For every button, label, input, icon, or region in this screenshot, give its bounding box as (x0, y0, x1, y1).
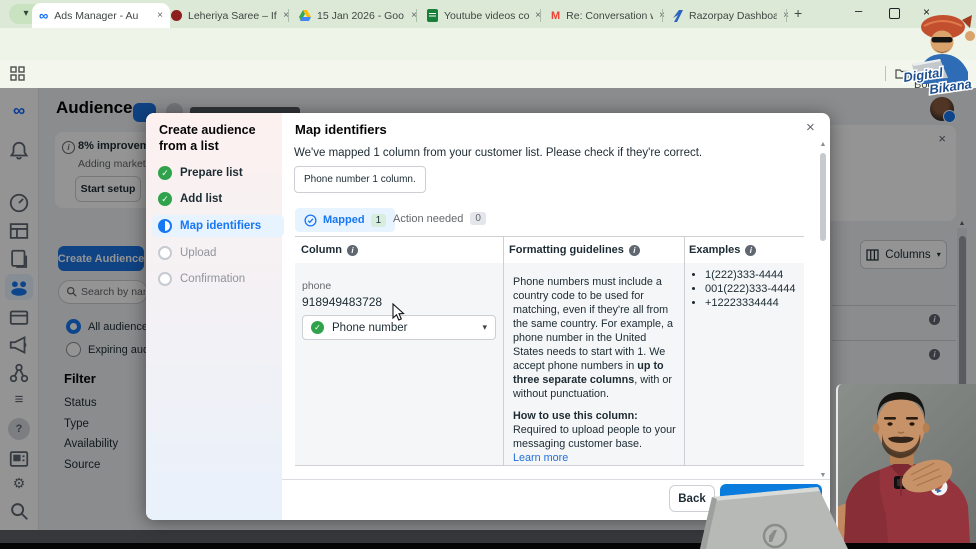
how-to-text: Required to upload people to your messag… (513, 424, 676, 450)
info-icon[interactable]: i (628, 244, 640, 256)
step-done-icon: ✓ (158, 192, 172, 206)
tab-label: Youtube videos co (444, 9, 530, 22)
mapping-table: Column i Formatting guidelines i Examples i… (295, 236, 804, 466)
info-icon[interactable]: i (346, 244, 358, 256)
column-header: Column i (301, 244, 358, 256)
scroll-down-icon[interactable]: ▼ (818, 472, 828, 479)
step-todo-icon (158, 246, 172, 260)
tab-separator (540, 9, 541, 22)
how-to-title: How to use this column: (513, 410, 638, 422)
table-row: phone 918949483728 ✓ Phone number ▾ Phon… (295, 237, 804, 465)
window-minimize-button[interactable]: – (855, 3, 862, 18)
tab-separator (288, 9, 289, 22)
tab-ads-manager[interactable]: ∞ Ads Manager - Au × (32, 3, 170, 28)
tab-separator (662, 9, 663, 22)
presenter-person (838, 392, 970, 543)
modal-title: Map identifiers (295, 122, 387, 137)
webcam-overlay (836, 384, 976, 543)
examples-header: Examples i (689, 244, 757, 256)
tab-leheriya[interactable]: Leheriya Saree – If × (164, 3, 296, 28)
examples-list: 1(222)333-4444 001(222)333-4444 +1222333… (691, 268, 796, 310)
tab-label: Ads Manager - Au (54, 9, 139, 22)
step-prepare-list[interactable]: ✓ Prepare list (152, 163, 284, 183)
create-audience-modal: Create audience from a list ✓ Prepare li… (146, 113, 830, 520)
modal-scrollbar[interactable]: ▲ ▼ (818, 141, 828, 479)
tab-separator (416, 9, 417, 22)
meta-icon: ∞ (39, 8, 49, 23)
step-done-icon: ✓ (158, 166, 172, 180)
tab-sheets[interactable]: Youtube videos co × (420, 3, 548, 28)
example-item: 1(222)333-4444 (705, 268, 796, 282)
column-divider (503, 237, 504, 465)
screen: ▾ ∞ Ads Manager - Au × Leheriya Saree – … (0, 0, 976, 549)
chevron-down-icon: ▾ (23, 8, 29, 19)
browser-toolbar: ← → ⟳ adsmanager.facebook.com/adsmanager… (0, 28, 976, 83)
example-item: 001(222)333-4444 (705, 282, 796, 296)
tab-razorpay[interactable]: Razorpay Dashboa × (666, 3, 796, 28)
dropdown-value: Phone number (332, 321, 408, 334)
learn-more-link[interactable]: Learn more (513, 451, 677, 465)
mapped-column-chip[interactable]: Phone number 1 column. (294, 166, 426, 193)
caret-down-icon: ▾ (482, 322, 487, 332)
tab-gmail[interactable]: M Re: Conversation w × (544, 3, 672, 28)
tab-label: Razorpay Dashboa (689, 9, 778, 22)
modal-subtitle: We've mapped 1 column from your customer… (294, 147, 703, 159)
footer-divider (282, 479, 830, 480)
step-add-list[interactable]: ✓ Add list (152, 189, 284, 209)
tab-label: Re: Conversation w (566, 9, 654, 22)
modal-scrollbar-thumb[interactable] (820, 153, 826, 241)
mapped-check-icon: ✓ (311, 321, 324, 334)
example-item: +12223334444 (705, 296, 796, 310)
step-todo-icon (158, 272, 172, 286)
site-favicon (171, 10, 182, 21)
new-tab-button[interactable]: + (794, 5, 802, 21)
tab-label: 15 Jan 2026 - Goo (317, 9, 404, 22)
column-name: phone (302, 280, 332, 292)
bookmarks-bar: All Bookmarks (0, 60, 976, 91)
channel-mascot-logo: Digital Bikana (901, 15, 975, 98)
tab-label: Leheriya Saree – If (188, 9, 277, 22)
tab-action-needed[interactable]: Action needed 0 (393, 212, 486, 225)
mapped-count-badge: 1 (370, 213, 387, 227)
tab-separator (786, 9, 787, 22)
action-count-badge: 0 (470, 212, 486, 225)
tab-mapped[interactable]: Mapped 1 (295, 208, 396, 232)
mouse-cursor (392, 303, 405, 321)
formatting-guidelines-text: Phone numbers must include a country cod… (513, 276, 677, 465)
gmail-icon: M (551, 9, 561, 22)
step-confirmation[interactable]: Confirmation (152, 269, 284, 289)
step-current-icon (158, 219, 172, 233)
razorpay-icon (673, 9, 683, 22)
google-sheets-icon (427, 9, 438, 22)
hp-laptop (700, 487, 848, 549)
modal-close-icon[interactable]: × (806, 119, 815, 136)
scroll-up-icon[interactable]: ▲ (818, 141, 828, 148)
tab-drive[interactable]: 15 Jan 2026 - Goo × (292, 3, 424, 28)
step-map-identifiers[interactable]: Map identifiers (152, 215, 284, 237)
close-icon[interactable]: × (157, 10, 163, 21)
check-circle-icon (304, 213, 317, 227)
guidelines-header: Formatting guidelines i (509, 244, 640, 256)
column-divider (684, 237, 685, 465)
browser-tab-bar: ▾ ∞ Ads Manager - Au × Leheriya Saree – … (0, 0, 976, 28)
wizard-panel: Create audience from a list ✓ Prepare li… (146, 113, 284, 520)
apps-grid-icon[interactable] (10, 66, 25, 81)
wizard-title: Create audience from a list (159, 123, 256, 153)
column-sample-value: 918949483728 (302, 295, 383, 309)
info-icon[interactable]: i (745, 244, 757, 256)
step-upload[interactable]: Upload (152, 243, 284, 263)
bookmarks-separator (885, 66, 886, 81)
google-drive-icon (299, 10, 311, 21)
